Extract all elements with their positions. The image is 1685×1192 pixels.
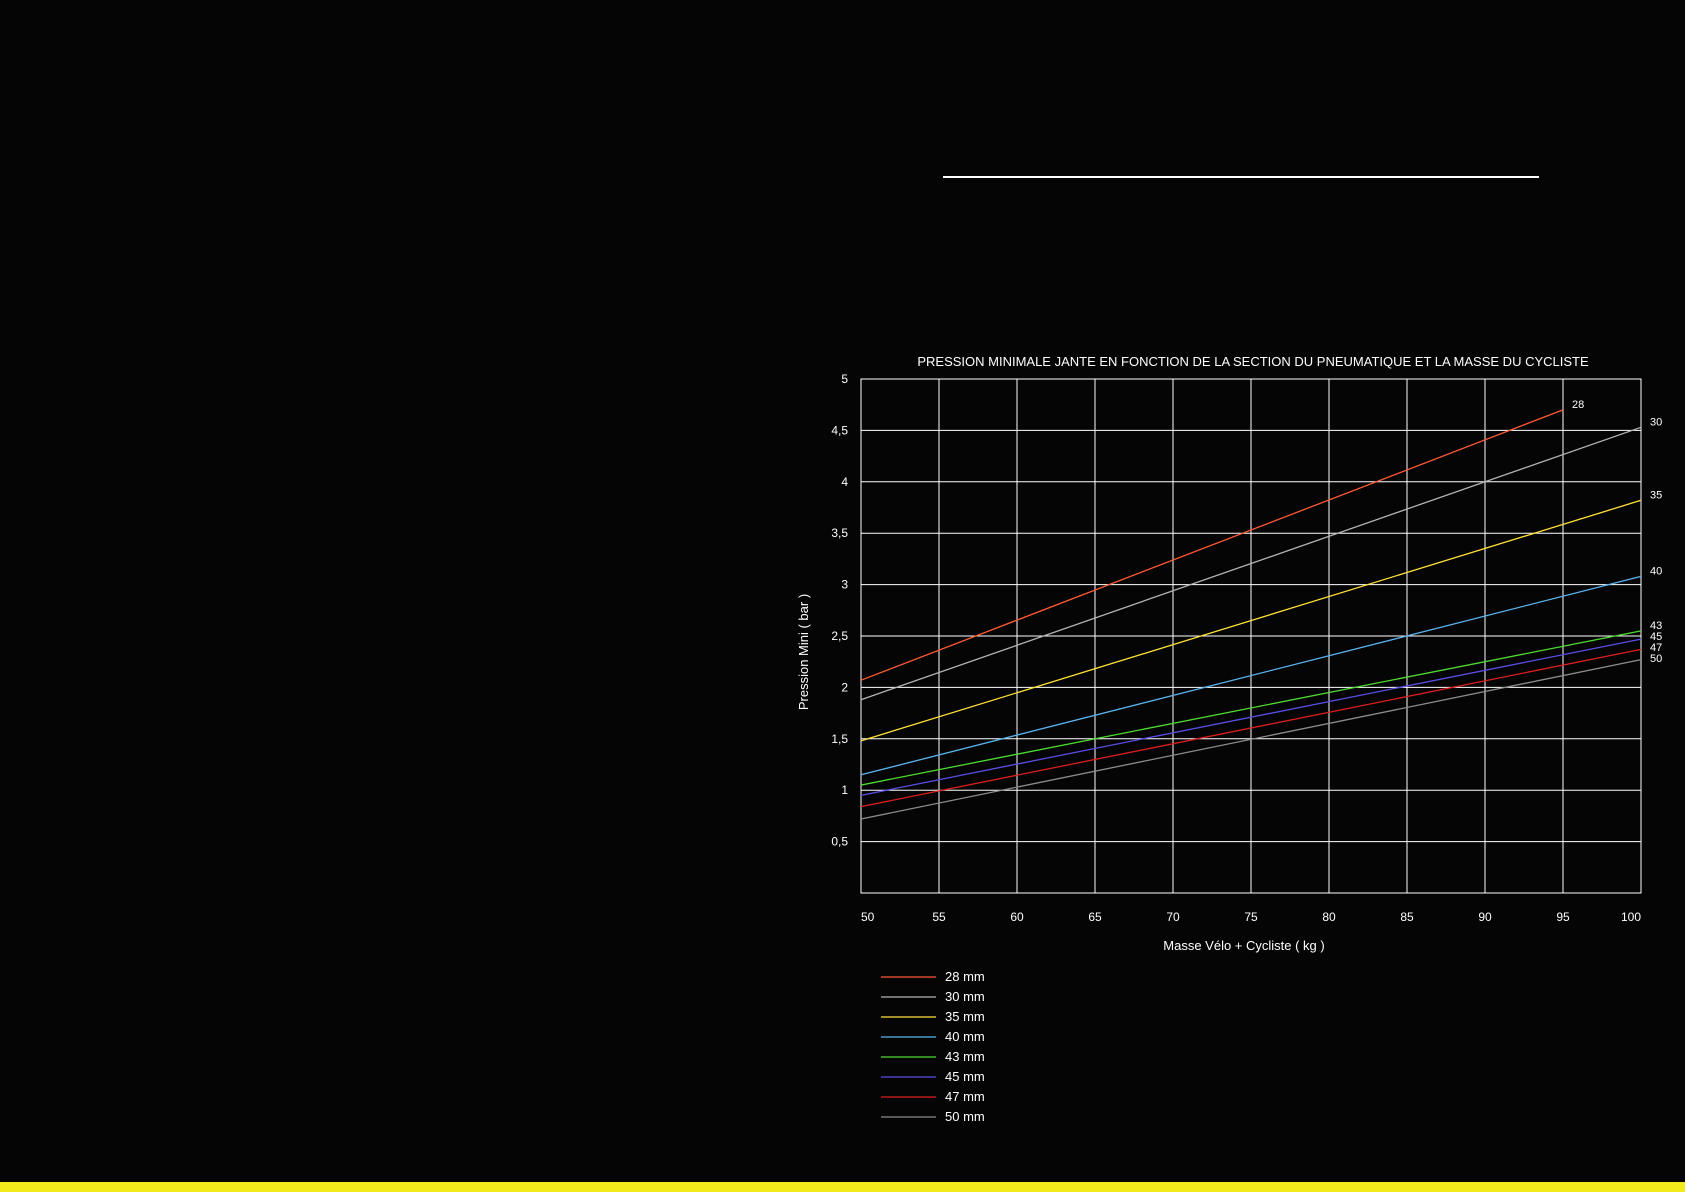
legend-item: 40 mm — [881, 1029, 985, 1044]
y-tick-label: 4 — [841, 475, 848, 489]
legend-label: 35 mm — [945, 1009, 985, 1024]
x-tick-label: 55 — [932, 910, 946, 924]
legend-label: 28 mm — [945, 969, 985, 984]
y-tick-label: 3 — [841, 578, 848, 592]
series-end-label: 35 — [1650, 489, 1662, 501]
x-tick-label: 100 — [1621, 910, 1641, 924]
chart-title: PRESSION MINIMALE JANTE EN FONCTION DE L… — [917, 354, 1589, 369]
x-tick-label: 70 — [1166, 910, 1180, 924]
bottom-accent-bar — [0, 1182, 1685, 1192]
y-tick-label: 2,5 — [831, 629, 848, 643]
legend-item: 30 mm — [881, 989, 985, 1004]
x-tick-label: 50 — [861, 910, 875, 924]
x-tick-label: 90 — [1478, 910, 1492, 924]
x-tick-label: 85 — [1400, 910, 1414, 924]
x-tick-label: 80 — [1322, 910, 1336, 924]
series-end-label: 30 — [1650, 416, 1662, 428]
legend-label: 43 mm — [945, 1049, 985, 1064]
legend-label: 30 mm — [945, 989, 985, 1004]
legend-label: 47 mm — [945, 1089, 985, 1104]
series-end-label: 40 — [1650, 565, 1662, 577]
x-tick-label: 65 — [1088, 910, 1102, 924]
y-axis-label: Pression Mini ( bar ) — [796, 594, 811, 710]
legend-label: 45 mm — [945, 1069, 985, 1084]
y-tick-label: 1,5 — [831, 732, 848, 746]
y-tick-label: 4,5 — [831, 423, 848, 437]
legend-item: 43 mm — [881, 1049, 985, 1064]
legend-label: 50 mm — [945, 1109, 985, 1124]
legend-item: 47 mm — [881, 1089, 985, 1104]
x-tick-label: 75 — [1244, 910, 1258, 924]
legend-item: 45 mm — [881, 1069, 985, 1084]
legend: 28 mm 30 mm 35 mm 40 mm 43 mm 45 mm 47 mm 50 mm — [881, 969, 985, 1124]
series-line-28 — [860, 409, 1564, 681]
grid — [860, 378, 1642, 893]
series-end-label: 28 — [1572, 399, 1584, 411]
legend-item: 50 mm — [881, 1109, 985, 1124]
y-tick-label: 5 — [841, 372, 848, 386]
series-end-labels: 2830354043454750 — [1572, 399, 1662, 665]
legend-label: 40 mm — [945, 1029, 985, 1044]
series-end-label: 50 — [1650, 653, 1662, 665]
y-tick-labels: 0,5 1 1,5 2 2,5 3 3,5 4 4,5 5 — [831, 372, 848, 849]
y-tick-label: 3,5 — [831, 526, 848, 540]
x-tick-labels: 50 55 60 65 70 75 80 85 90 95 100 — [861, 910, 1641, 924]
x-tick-label: 95 — [1556, 910, 1570, 924]
y-tick-label: 1 — [841, 783, 848, 797]
y-tick-label: 2 — [841, 680, 848, 694]
legend-item: 35 mm — [881, 1009, 985, 1024]
legend-item: 28 mm — [881, 969, 985, 984]
pressure-chart: PRESSION MINIMALE JANTE EN FONCTION DE L… — [796, 354, 1662, 1124]
x-axis-label: Masse Vélo + Cycliste ( kg ) — [1163, 938, 1324, 953]
y-tick-label: 0,5 — [831, 835, 848, 849]
x-tick-label: 60 — [1010, 910, 1024, 924]
